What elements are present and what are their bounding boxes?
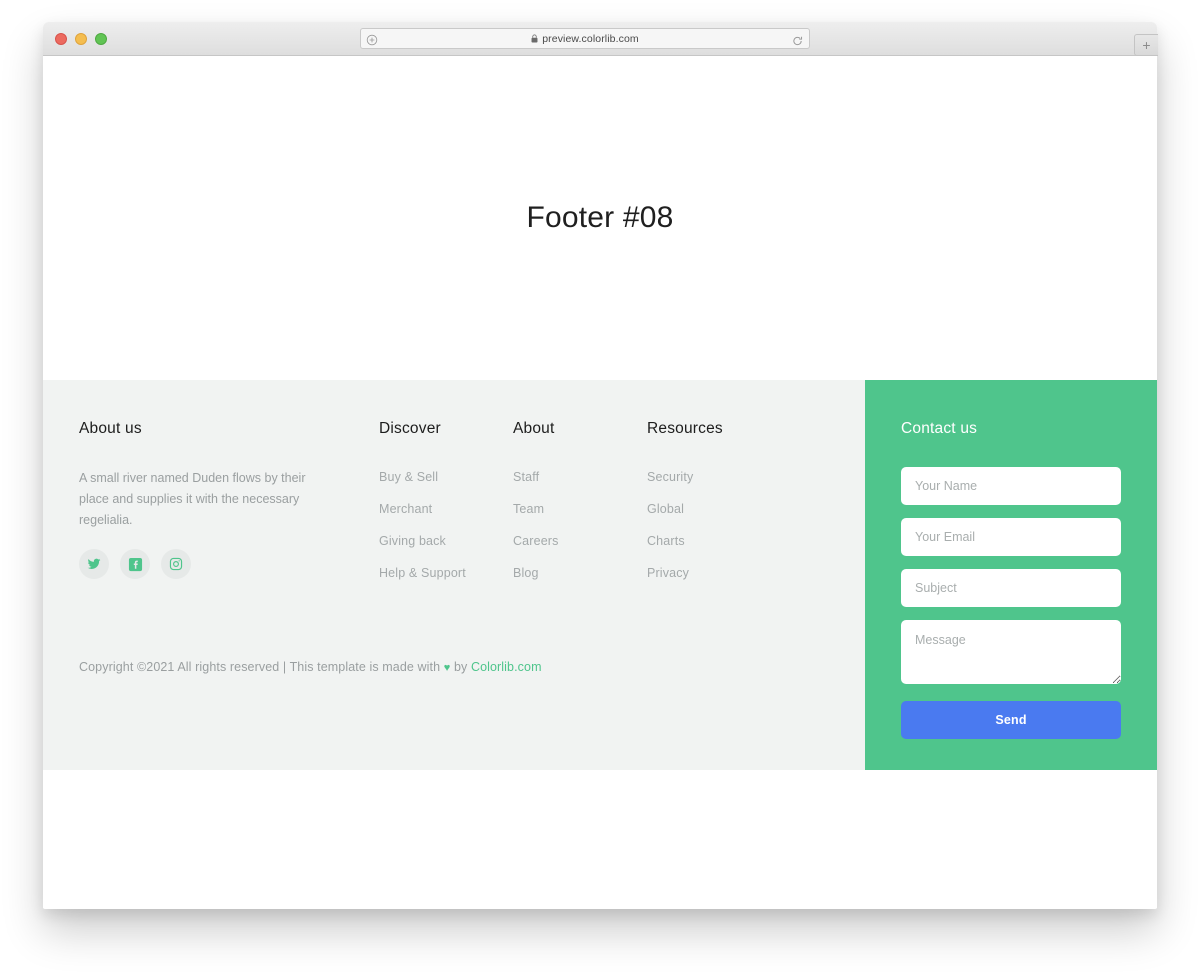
list-item: Careers — [513, 532, 647, 550]
link-charts[interactable]: Charts — [647, 534, 685, 548]
twitter-icon — [87, 558, 101, 569]
minimize-window-button[interactable] — [75, 33, 87, 45]
resources-heading: Resources — [647, 420, 723, 437]
list-item: Blog — [513, 564, 647, 582]
social-links — [79, 549, 349, 579]
contact-panel: Contact us Send — [865, 380, 1157, 770]
traffic-lights — [55, 33, 107, 45]
maximize-window-button[interactable] — [95, 33, 107, 45]
facebook-icon — [128, 557, 142, 571]
list-item: Privacy — [647, 564, 779, 582]
page-title: Footer #08 — [526, 201, 674, 234]
about-us-heading: About us — [79, 420, 142, 437]
new-tab-button[interactable]: + — [1134, 34, 1158, 56]
link-team[interactable]: Team — [513, 502, 544, 516]
link-merchant[interactable]: Merchant — [379, 502, 432, 516]
instagram-icon — [169, 557, 183, 571]
list-item: Team — [513, 500, 647, 518]
facebook-icon-button[interactable] — [120, 549, 150, 579]
footer-column-resources: Resources Security Global Charts Privacy — [647, 420, 779, 596]
email-field[interactable] — [901, 518, 1121, 556]
name-field[interactable] — [901, 467, 1121, 505]
list-item: Buy & Sell — [379, 468, 513, 486]
page-info-icon[interactable] — [366, 33, 378, 45]
subject-field[interactable] — [901, 569, 1121, 607]
list-item: Global — [647, 500, 779, 518]
footer-main-area: About us A small river named Duden flows… — [43, 380, 865, 770]
contact-us-heading: Contact us — [901, 420, 978, 437]
url-text: preview.colorlib.com — [542, 32, 639, 45]
list-item: Merchant — [379, 500, 513, 518]
site-footer: About us A small river named Duden flows… — [43, 380, 1157, 770]
footer-columns: About us A small river named Duden flows… — [79, 420, 865, 596]
link-blog[interactable]: Blog — [513, 566, 539, 580]
link-security[interactable]: Security — [647, 470, 693, 484]
link-careers[interactable]: Careers — [513, 534, 559, 548]
about-heading: About — [513, 420, 555, 437]
copyright-middle: by — [450, 660, 471, 674]
link-buy-and-sell[interactable]: Buy & Sell — [379, 470, 438, 484]
footer-column-about: About Staff Team Careers Blog — [513, 420, 647, 596]
list-item: Security — [647, 468, 779, 486]
list-item: Help & Support — [379, 564, 513, 582]
list-item: Giving back — [379, 532, 513, 550]
new-tab-label: + — [1142, 37, 1151, 53]
twitter-icon-button[interactable] — [79, 549, 109, 579]
footer-column-discover: Discover Buy & Sell Merchant Giving back… — [379, 420, 513, 596]
footer-column-about-us: About us A small river named Duden flows… — [79, 420, 379, 596]
colorlib-link[interactable]: Colorlib.com — [471, 660, 542, 674]
hero-section: Footer #08 — [43, 56, 1157, 380]
about-link-list: Staff Team Careers Blog — [513, 468, 647, 582]
link-global[interactable]: Global — [647, 502, 684, 516]
discover-link-list: Buy & Sell Merchant Giving back Help & S… — [379, 468, 513, 582]
address-bar[interactable]: preview.colorlib.com — [360, 28, 810, 49]
link-privacy[interactable]: Privacy — [647, 566, 689, 580]
list-item: Staff — [513, 468, 647, 486]
resources-link-list: Security Global Charts Privacy — [647, 468, 779, 582]
page-bottom-whitespace — [43, 770, 1157, 908]
link-giving-back[interactable]: Giving back — [379, 534, 446, 548]
message-field[interactable] — [901, 620, 1121, 684]
page-viewport: Footer #08 About us A small river named … — [43, 56, 1157, 908]
send-button[interactable]: Send — [901, 701, 1121, 739]
discover-heading: Discover — [379, 420, 441, 437]
link-staff[interactable]: Staff — [513, 470, 539, 484]
link-help-and-support[interactable]: Help & Support — [379, 566, 466, 580]
address-bar-text: preview.colorlib.com — [531, 33, 639, 45]
browser-window: preview.colorlib.com + Footer #08 About … — [43, 22, 1158, 909]
copyright-prefix: Copyright ©2021 All rights reserved | Th… — [79, 660, 444, 674]
instagram-icon-button[interactable] — [161, 549, 191, 579]
close-window-button[interactable] — [55, 33, 67, 45]
reload-icon[interactable] — [792, 33, 803, 45]
lock-icon — [531, 34, 538, 43]
list-item: Charts — [647, 532, 779, 550]
browser-titlebar: preview.colorlib.com + — [43, 22, 1158, 56]
about-us-text: A small river named Duden flows by their… — [79, 471, 306, 527]
copyright-text: Copyright ©2021 All rights reserved | Th… — [79, 660, 542, 674]
